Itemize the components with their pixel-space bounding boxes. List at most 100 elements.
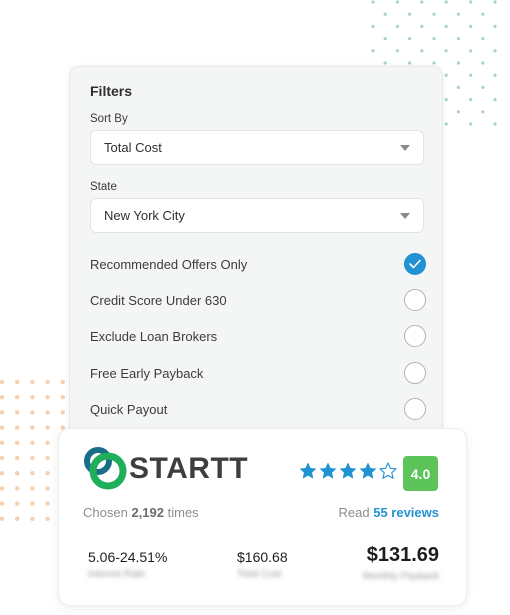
stat-interest-rate: 5.06-24.51% Interest Rate	[88, 549, 167, 580]
reviews-text: Read 55 reviews	[339, 505, 439, 520]
decorative-dot	[0, 486, 5, 491]
decorative-dot	[432, 12, 436, 16]
offer-card[interactable]: STARTT 4.0 Chosen 2,192 times Read 55 re…	[58, 428, 467, 606]
decorative-dot	[408, 37, 412, 41]
reviews-link[interactable]: 55 reviews	[373, 505, 439, 520]
decorative-dot	[45, 471, 50, 476]
sort-by-value: Total Cost	[104, 140, 162, 155]
brand-logo: STARTT	[83, 446, 248, 490]
checkbox-unchecked[interactable]	[404, 398, 426, 420]
decorative-dot	[45, 486, 50, 491]
decorative-dot	[60, 379, 65, 385]
checkmark-icon	[409, 259, 421, 269]
stat-value: $160.68	[237, 549, 288, 565]
decorative-dot	[30, 471, 35, 476]
startt-logo-icon	[84, 447, 127, 490]
decorative-dot	[371, 24, 375, 28]
decorative-dot	[0, 501, 5, 506]
star-filled-icon	[319, 462, 337, 479]
chosen-suffix: times	[167, 505, 199, 520]
decorative-dot	[456, 61, 460, 65]
decorative-dot	[0, 455, 5, 461]
decorative-dot	[30, 410, 35, 415]
decorative-dot	[383, 61, 387, 65]
decorative-dot	[371, 0, 375, 4]
sort-by-select[interactable]: Total Cost	[90, 130, 424, 165]
state-value: New York City	[104, 208, 185, 223]
decorative-dot	[30, 379, 35, 385]
decorative-dot	[15, 395, 20, 400]
reviews-prefix: Read	[338, 505, 370, 520]
decorative-dot	[444, 98, 448, 102]
decorative-dot	[0, 395, 5, 400]
stat-monthly-payback: $131.69 Monthly Payback	[363, 544, 439, 582]
decorative-dot	[493, 24, 497, 28]
decorative-dot	[456, 85, 460, 89]
decorative-dot	[383, 37, 387, 41]
decorative-dot	[456, 110, 460, 114]
decorative-dot	[493, 98, 497, 102]
filter-option-credit-score[interactable]: Credit Score Under 630	[90, 289, 426, 313]
decorative-dot	[444, 73, 448, 77]
stat-value: $131.69	[366, 544, 439, 566]
star-empty-icon	[379, 462, 397, 479]
chevron-down-icon	[400, 213, 410, 219]
filter-option-recommended[interactable]: Recommended Offers Only	[90, 253, 426, 277]
decorative-dot	[481, 12, 485, 16]
decorative-dot	[30, 425, 35, 430]
star-filled-icon	[359, 462, 377, 479]
filter-option-quick-payout[interactable]: Quick Payout	[90, 398, 426, 422]
option-label: Exclude Loan Brokers	[90, 329, 218, 344]
decorative-dot	[45, 440, 50, 445]
stat-value: 5.06-24.51%	[88, 549, 168, 565]
decorative-dot	[15, 486, 20, 491]
decorative-dot	[383, 12, 387, 16]
checkbox-unchecked[interactable]	[404, 362, 426, 384]
decorative-dot	[444, 49, 448, 53]
decorative-dot	[456, 12, 460, 16]
decorative-dot	[60, 395, 65, 400]
stat-label: Monthly Payback	[362, 571, 439, 582]
star-rating	[299, 462, 397, 480]
decorative-dot	[444, 122, 448, 126]
decorative-dot	[493, 49, 497, 53]
decorative-dot	[481, 37, 485, 41]
decorative-dot	[60, 410, 65, 415]
decorative-dot	[45, 395, 50, 400]
decorative-dot	[30, 486, 35, 491]
star-filled-icon	[339, 462, 357, 479]
decorative-dot	[469, 98, 473, 102]
decorative-dot	[15, 471, 20, 476]
decorative-dot	[469, 122, 473, 126]
decorative-dot	[444, 24, 448, 28]
decorative-dot	[30, 516, 35, 521]
decorative-dot	[481, 85, 485, 89]
state-select[interactable]: New York City	[90, 198, 424, 233]
decorative-dot	[469, 49, 473, 53]
decorative-dot	[395, 24, 399, 28]
decorative-dot	[0, 379, 5, 385]
decorative-dot	[15, 440, 20, 445]
decorative-dot	[420, 49, 424, 53]
decorative-dot	[469, 73, 473, 77]
decorative-dot	[30, 501, 35, 506]
decorative-dot	[481, 110, 485, 114]
brand-name: STARTT	[129, 452, 249, 485]
decorative-dot	[420, 0, 424, 4]
chosen-prefix: Chosen	[83, 505, 128, 520]
filter-option-free-early-payback[interactable]: Free Early Payback	[90, 362, 426, 386]
decorative-dot	[0, 440, 5, 445]
decorative-dot	[45, 425, 50, 430]
filter-option-exclude-brokers[interactable]: Exclude Loan Brokers	[90, 325, 426, 349]
checkbox-checked[interactable]	[404, 253, 426, 275]
decorative-dot	[469, 24, 473, 28]
decorative-dot	[420, 24, 424, 28]
decorative-dot	[469, 0, 473, 4]
decorative-dot	[15, 379, 20, 385]
decorative-dot	[493, 0, 497, 4]
decorative-dot	[15, 410, 20, 415]
decorative-dot	[0, 471, 5, 476]
checkbox-unchecked[interactable]	[404, 289, 426, 311]
checkbox-unchecked[interactable]	[404, 325, 426, 347]
decorative-dot	[15, 455, 20, 461]
